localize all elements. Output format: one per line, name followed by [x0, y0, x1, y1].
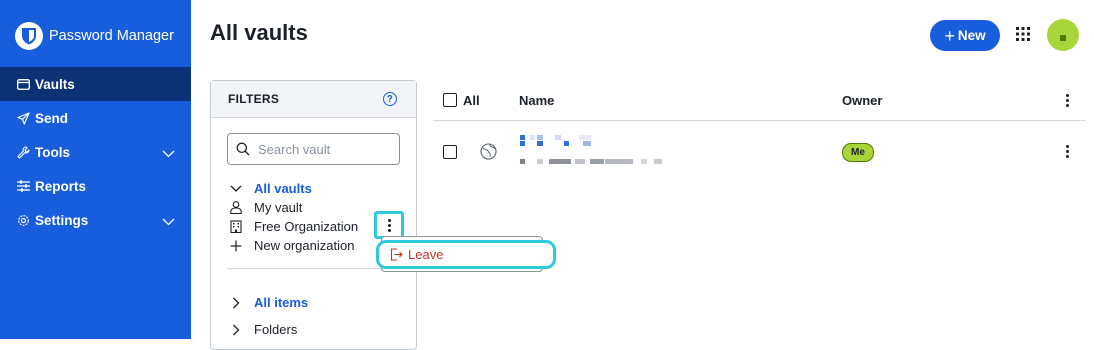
redacted-pixel	[530, 135, 535, 140]
sidebar-item-label: Tools	[35, 144, 70, 160]
sidebar-item-send[interactable]: Send	[0, 101, 191, 135]
redacted-pixel	[549, 159, 571, 164]
new-button[interactable]: + New	[930, 20, 1000, 51]
redacted-pixel	[537, 135, 543, 140]
table-row[interactable]: Me	[433, 121, 1086, 181]
row-options-button[interactable]	[1061, 143, 1073, 159]
new-button-label: New	[957, 28, 986, 43]
redacted-pixel	[579, 135, 591, 140]
filter-label: New organization	[254, 238, 355, 253]
vault-icon	[16, 77, 30, 91]
sliders-icon	[16, 179, 30, 193]
search-icon	[236, 142, 250, 156]
filter-label: All vaults	[254, 181, 312, 196]
chevron-down-icon	[162, 146, 175, 161]
chevron-down-icon	[229, 185, 243, 193]
chevron-right-icon	[229, 324, 243, 336]
user-icon	[229, 201, 243, 214]
sign-out-icon	[390, 248, 403, 261]
redacted-pixel	[520, 159, 525, 164]
row-checkbox[interactable]	[443, 145, 457, 159]
redacted-pixel	[590, 159, 604, 164]
redacted-pixel	[537, 141, 543, 146]
redacted-pixel	[520, 135, 525, 140]
table-options-button[interactable]	[1061, 80, 1073, 120]
filter-label: My vault	[254, 200, 303, 215]
dot	[1065, 154, 1069, 158]
dot	[1065, 98, 1069, 102]
gear-icon	[16, 213, 30, 227]
paper-plane-icon	[16, 111, 30, 125]
owner-badge: Me	[842, 143, 874, 162]
select-all[interactable]: All	[443, 80, 480, 120]
sidebar-nav: Vaults Send Tools Reports Settings	[0, 67, 191, 237]
organization-context-menu: Leave	[376, 236, 556, 272]
building-icon	[229, 220, 243, 233]
chevron-down-icon	[162, 214, 175, 229]
dot	[387, 223, 391, 227]
help-icon[interactable]: ?	[383, 92, 397, 106]
filter-all-items[interactable]: All items	[229, 289, 409, 316]
dot	[387, 228, 391, 232]
filter-label: Folders	[254, 322, 298, 337]
search-placeholder: Search vault	[258, 141, 331, 157]
sidebar-item-reports[interactable]: Reports	[0, 169, 191, 203]
search-input[interactable]: Search vault	[227, 133, 400, 165]
chevron-right-icon	[229, 297, 243, 309]
redacted-pixel	[520, 141, 525, 146]
dot	[1065, 103, 1069, 107]
divider	[227, 268, 401, 269]
column-header-name[interactable]: Name	[519, 80, 554, 120]
page-title: All vaults	[210, 20, 308, 45]
plus-icon	[229, 240, 243, 252]
sidebar-item-label: Send	[35, 110, 69, 126]
redacted-pixel	[654, 159, 662, 164]
sidebar-item-label: Vaults	[35, 76, 75, 92]
dot	[1065, 93, 1069, 97]
leave-menu-item[interactable]: Leave	[376, 240, 556, 269]
sidebar: Password Manager Vaults Send Tools Repor…	[0, 0, 191, 339]
sidebar-item-vaults[interactable]: Vaults	[0, 67, 191, 101]
dot	[1065, 149, 1069, 153]
plus-icon: +	[944, 25, 955, 46]
globe-icon	[480, 143, 497, 165]
organization-options-button[interactable]	[374, 211, 404, 239]
avatar[interactable]	[1047, 19, 1079, 51]
sidebar-item-settings[interactable]: Settings	[0, 203, 191, 237]
redacted-pixel	[641, 159, 647, 164]
redacted-pixel	[537, 159, 543, 164]
brand[interactable]: Password Manager	[15, 22, 174, 50]
redacted-pixel	[605, 159, 633, 164]
app-switcher-icon[interactable]	[1016, 27, 1030, 46]
wrench-icon	[16, 145, 30, 159]
menu-item-label: Leave	[408, 247, 444, 262]
filter-label: All items	[254, 295, 309, 310]
sidebar-item-label: Settings	[35, 212, 89, 228]
dot	[1065, 144, 1069, 148]
redacted-pixel	[564, 141, 569, 146]
dot	[387, 218, 391, 222]
avatar-mark	[1060, 35, 1066, 41]
shield-logo-icon	[15, 22, 43, 50]
sidebar-item-tools[interactable]: Tools	[0, 135, 191, 169]
brand-name: Password Manager	[49, 28, 174, 44]
filter-label: Free Organization	[254, 219, 359, 234]
filter-all-vaults[interactable]: All vaults	[229, 179, 409, 198]
filters-header: FILTERS ?	[211, 81, 416, 118]
select-all-checkbox[interactable]	[443, 93, 457, 107]
column-header-owner[interactable]: Owner	[842, 80, 882, 120]
sidebar-item-label: Reports	[35, 178, 87, 194]
redacted-pixel	[555, 135, 561, 140]
redacted-pixel	[583, 141, 591, 146]
type-filter-tree: All items Folders	[229, 289, 409, 343]
filters-heading: FILTERS	[228, 92, 280, 106]
column-header-all: All	[463, 92, 480, 108]
redacted-pixel	[575, 159, 585, 164]
